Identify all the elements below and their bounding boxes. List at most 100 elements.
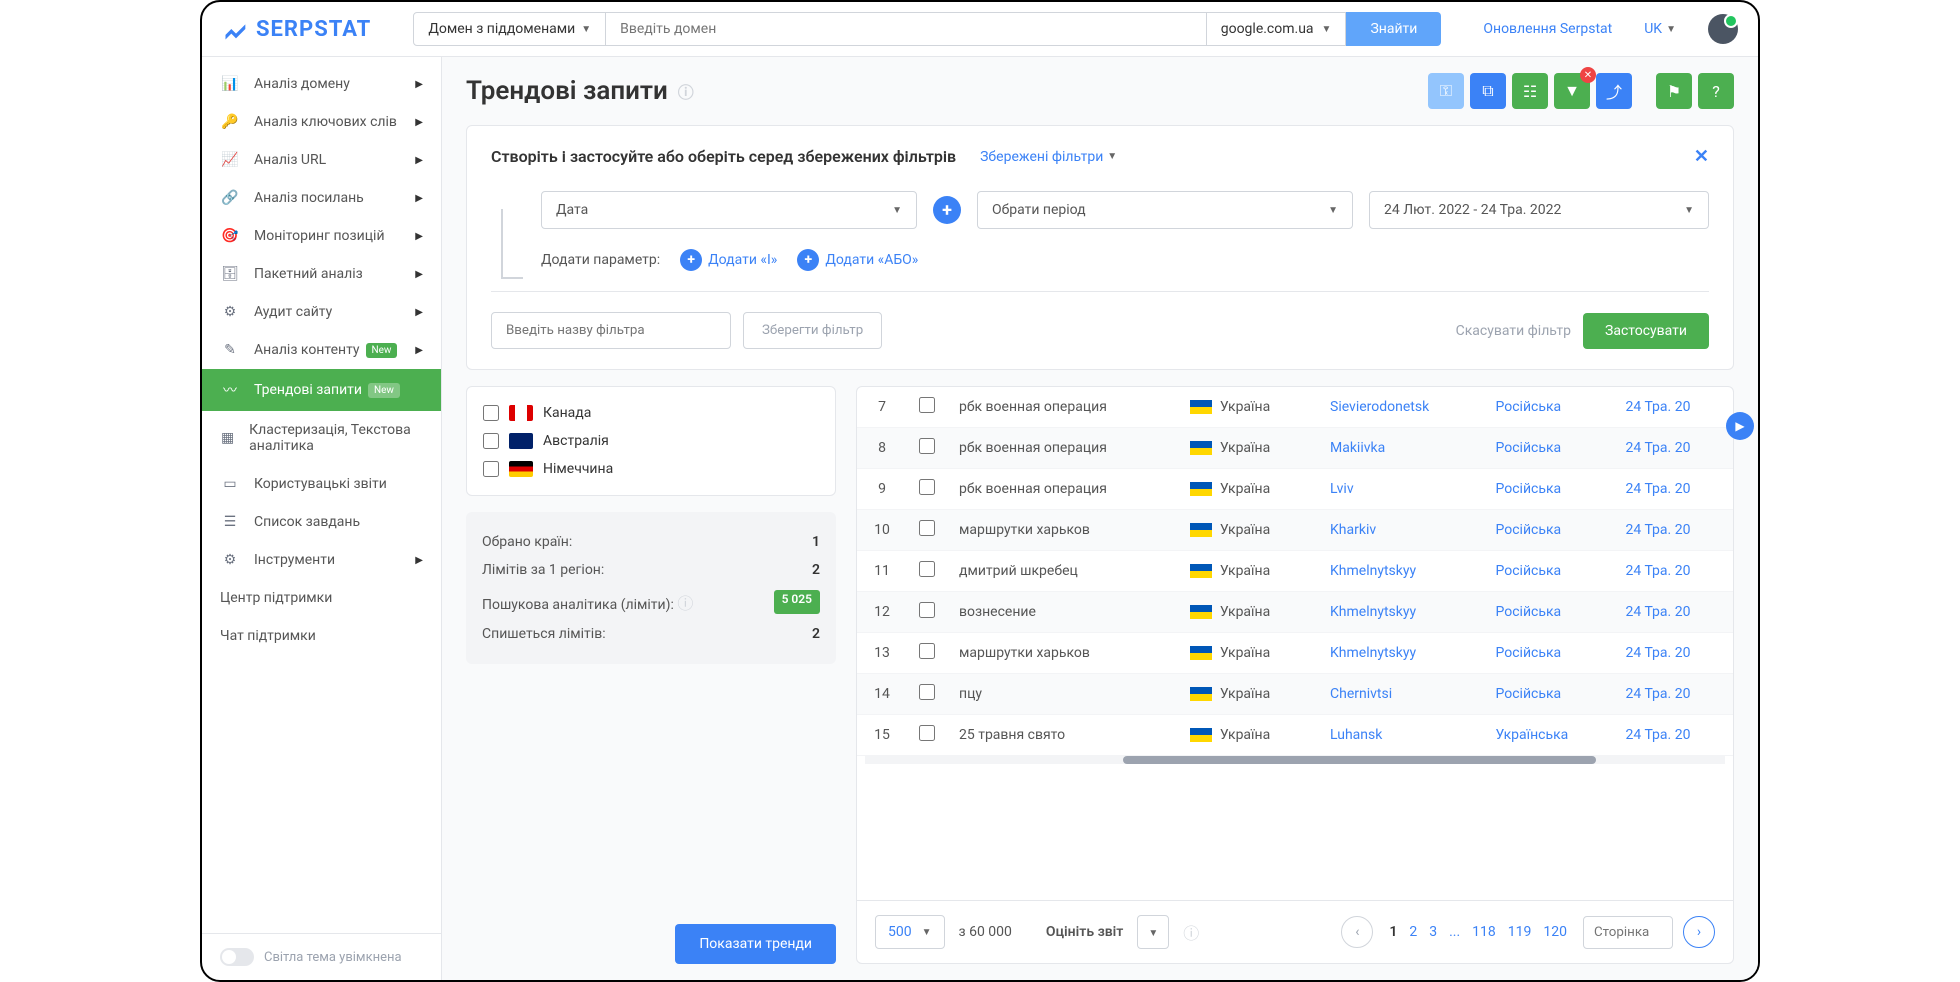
row-checkbox[interactable] xyxy=(919,479,935,495)
row-checkbox[interactable] xyxy=(919,520,935,536)
date-link[interactable]: 24 Тра. 20 xyxy=(1626,645,1691,661)
city-link[interactable]: Khmelnytskyy xyxy=(1330,604,1416,620)
sidebar-item-4[interactable]: 🎯Моніторинг позицій▶ xyxy=(202,217,441,255)
country-checkbox[interactable] xyxy=(483,461,499,477)
row-checkbox[interactable] xyxy=(919,684,935,700)
sidebar-item-3[interactable]: 🔗Аналіз посилань▶ xyxy=(202,179,441,217)
info-icon[interactable]: ⓘ xyxy=(678,79,694,103)
sidebar-item-0[interactable]: 📊Аналіз домену▶ xyxy=(202,65,441,103)
date-link[interactable]: 24 Тра. 20 xyxy=(1626,563,1691,579)
filter-period-select[interactable]: Обрати період▼ xyxy=(977,191,1353,229)
lang-link[interactable]: Російська xyxy=(1495,481,1561,497)
country-checkbox[interactable] xyxy=(483,405,499,421)
row-checkbox[interactable] xyxy=(919,438,935,454)
sidebar-item-10[interactable]: ▭Користувацькі звіти xyxy=(202,465,441,503)
lang-link[interactable]: Російська xyxy=(1495,522,1561,538)
close-filter-button[interactable]: ✕ xyxy=(1694,146,1709,167)
date-link[interactable]: 24 Тра. 20 xyxy=(1626,727,1691,743)
sidebar-item-6[interactable]: ⚙Аудит сайту▶ xyxy=(202,293,441,331)
row-checkbox[interactable] xyxy=(919,561,935,577)
columns-button[interactable]: ☷ xyxy=(1512,73,1548,109)
show-trends-button[interactable]: Показати тренди xyxy=(675,924,836,964)
city-link[interactable]: Lviv xyxy=(1330,481,1354,497)
country-checkbox[interactable] xyxy=(483,433,499,449)
row-checkbox[interactable] xyxy=(919,397,935,413)
page-link[interactable]: 3 xyxy=(1423,920,1443,944)
sidebar-item-12[interactable]: ⚙Інструменти▶ xyxy=(202,541,441,579)
add-and-button[interactable]: +Додати «І» xyxy=(680,249,777,271)
city-link[interactable]: Khmelnytskyy xyxy=(1330,563,1416,579)
info-icon[interactable]: ⓘ xyxy=(1183,920,1199,944)
domain-input[interactable] xyxy=(606,12,1207,46)
per-page-select[interactable]: 500▼ xyxy=(875,915,945,949)
rate-select[interactable]: ▼ xyxy=(1137,915,1169,949)
key-button[interactable]: ⚿ xyxy=(1428,73,1464,109)
filter-button[interactable]: ▼✕ xyxy=(1554,73,1590,109)
city-link[interactable]: Khmelnytskyy xyxy=(1330,645,1416,661)
date-link[interactable]: 24 Тра. 20 xyxy=(1626,481,1691,497)
support-chat[interactable]: Чат підтримки xyxy=(202,617,441,655)
export-button[interactable]: ⤴ xyxy=(1596,73,1632,109)
feedback-button[interactable]: ⚑ xyxy=(1656,73,1692,109)
theme-toggle[interactable]: Світла тема увімкнена xyxy=(220,948,423,966)
page-link[interactable]: 2 xyxy=(1403,920,1423,944)
help-button[interactable]: ? xyxy=(1698,73,1734,109)
prev-page-button[interactable]: ‹ xyxy=(1341,916,1373,948)
updates-link[interactable]: Оновлення Serpstat xyxy=(1483,21,1612,37)
city-link[interactable]: Sievierodonetsk xyxy=(1330,399,1429,415)
sidebar-item-11[interactable]: ☰Список завдань xyxy=(202,503,441,541)
lang-link[interactable]: Російська xyxy=(1495,686,1561,702)
sidebar-item-9[interactable]: ▦Кластеризація, Текстова аналітика xyxy=(202,411,441,465)
country-item[interactable]: Австралія xyxy=(479,427,823,455)
sidebar-item-8[interactable]: 〰Трендові запитиNew xyxy=(202,369,441,411)
filter-name-input[interactable] xyxy=(491,312,731,349)
row-checkbox[interactable] xyxy=(919,725,935,741)
find-button[interactable]: Знайти xyxy=(1346,12,1441,46)
info-icon[interactable]: ⓘ xyxy=(677,594,693,613)
city-link[interactable]: Kharkiv xyxy=(1330,522,1376,538)
filter-field-select[interactable]: Дата▼ xyxy=(541,191,917,229)
lang-link[interactable]: Російська xyxy=(1495,645,1561,661)
language-select[interactable]: UK▼ xyxy=(1644,21,1676,37)
country-item[interactable]: Канада xyxy=(479,399,823,427)
date-link[interactable]: 24 Тра. 20 xyxy=(1626,686,1691,702)
scroll-right-button[interactable]: ▶ xyxy=(1726,412,1754,440)
lang-link[interactable]: Російська xyxy=(1495,440,1561,456)
saved-filters-link[interactable]: Збережені фільтри ▼ xyxy=(980,149,1117,165)
row-checkbox[interactable] xyxy=(919,643,935,659)
sidebar-item-2[interactable]: 📈Аналіз URL▶ xyxy=(202,141,441,179)
lang-link[interactable]: Російська xyxy=(1495,563,1561,579)
city-link[interactable]: Makiivka xyxy=(1330,440,1385,456)
domain-type-select[interactable]: Домен з піддоменами▼ xyxy=(413,12,606,46)
horizontal-scrollbar[interactable] xyxy=(865,756,1725,764)
add-or-button[interactable]: +Додати «АБО» xyxy=(797,249,918,271)
support-center[interactable]: Центр підтримки xyxy=(202,579,441,617)
date-link[interactable]: 24 Тра. 20 xyxy=(1626,399,1691,415)
date-link[interactable]: 24 Тра. 20 xyxy=(1626,522,1691,538)
date-link[interactable]: 24 Тра. 20 xyxy=(1626,440,1691,456)
cancel-filter-button[interactable]: Скасувати фільтр xyxy=(1456,323,1571,339)
sidebar-item-7[interactable]: ✎Аналіз контентуNew▶ xyxy=(202,331,441,369)
search-engine-select[interactable]: google.com.ua▼ xyxy=(1207,12,1347,46)
page-input[interactable] xyxy=(1583,916,1673,949)
lang-link[interactable]: Російська xyxy=(1495,399,1561,415)
city-link[interactable]: Luhansk xyxy=(1330,727,1382,743)
country-item[interactable]: Німеччина xyxy=(479,455,823,483)
filter-daterange-select[interactable]: 24 Лют. 2022 - 24 Тра. 2022▼ xyxy=(1369,191,1709,229)
lang-link[interactable]: Українська xyxy=(1495,727,1568,743)
apply-filter-button[interactable]: Застосувати xyxy=(1583,313,1709,349)
city-link[interactable]: Chernivtsi xyxy=(1330,686,1392,702)
date-link[interactable]: 24 Тра. 20 xyxy=(1626,604,1691,620)
next-page-button[interactable]: › xyxy=(1683,916,1715,948)
row-checkbox[interactable] xyxy=(919,602,935,618)
sidebar-item-1[interactable]: 🔑Аналіз ключових слів▶ xyxy=(202,103,441,141)
page-link[interactable]: 118 xyxy=(1466,920,1502,944)
close-icon[interactable]: ✕ xyxy=(1580,67,1596,83)
lang-link[interactable]: Російська xyxy=(1495,604,1561,620)
page-link[interactable]: 120 xyxy=(1537,920,1573,944)
page-link[interactable]: 119 xyxy=(1502,920,1538,944)
save-filter-button[interactable]: Зберегти фільтр xyxy=(743,312,882,349)
page-link[interactable]: 1 xyxy=(1383,920,1403,944)
avatar[interactable] xyxy=(1708,14,1738,44)
copy-button[interactable]: ⧉ xyxy=(1470,73,1506,109)
